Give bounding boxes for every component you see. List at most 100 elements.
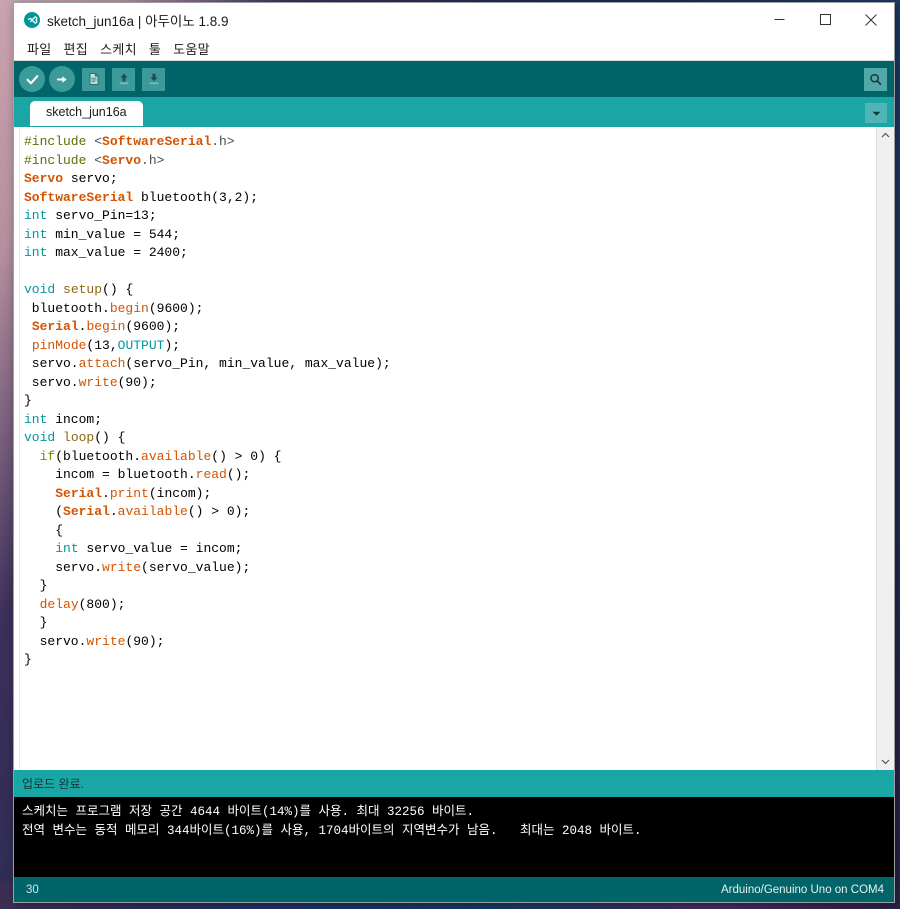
code-line: Servo servo;	[24, 170, 876, 189]
code-line: bluetooth.begin(9600);	[24, 300, 876, 319]
code-token: () > 0) {	[211, 448, 282, 464]
code-token: (servo_Pin, min_value, max_value);	[125, 356, 391, 371]
code-token: (90);	[125, 633, 165, 649]
code-token: );	[164, 337, 181, 353]
code-token: Servo	[24, 171, 64, 186]
code-token: () > 0);	[187, 504, 251, 519]
code-token: SoftwareSerial	[102, 134, 212, 149]
minimize-button[interactable]	[756, 3, 802, 36]
code-line: }	[24, 614, 876, 633]
code-token: int	[24, 226, 48, 242]
menu-bar: 파일 편집 스케치 툴 도움말	[14, 36, 894, 61]
code-line: delay(800);	[24, 596, 876, 615]
code-token: write	[102, 559, 142, 575]
code-editor[interactable]: #include <SoftwareSerial.h> #include <Ser…	[14, 126, 894, 770]
checkmark-icon	[25, 74, 38, 84]
menu-item-sketch[interactable]: 스케치	[95, 38, 142, 59]
code-token: servo.	[24, 374, 79, 390]
menu-item-tools[interactable]: 툴	[144, 38, 166, 59]
title-bar: sketch_jun16a | 아두이노 1.8.9	[14, 3, 894, 36]
code-token: Serial	[31, 319, 79, 334]
verify-button[interactable]	[19, 66, 45, 92]
code-line: servo.write(90);	[24, 633, 876, 652]
serial-monitor-button[interactable]	[864, 67, 887, 91]
chevron-down-icon	[872, 111, 880, 116]
code-token: OUTPUT	[117, 337, 165, 353]
code-token: () {	[102, 282, 134, 297]
code-token: int	[24, 208, 48, 223]
scroll-up-button[interactable]	[877, 127, 894, 144]
menu-item-file[interactable]: 파일	[22, 38, 57, 59]
chevron-down-icon	[881, 759, 890, 765]
code-token: bluetooth(3,2);	[133, 189, 259, 205]
code-token: pinMode	[31, 337, 87, 353]
code-token: Serial	[63, 504, 110, 519]
console-output[interactable]: 스케치는 프로그램 저장 공간 4644 바이트(14%)를 사용. 최대 32…	[14, 797, 894, 877]
upload-button[interactable]	[49, 66, 75, 92]
maximize-icon	[819, 14, 831, 25]
code-line: servo.write(90);	[24, 374, 876, 393]
code-token: (bluetooth.	[55, 448, 142, 464]
code-line: int servo_Pin=13;	[24, 207, 876, 226]
code-line: incom = bluetooth.read();	[24, 466, 876, 485]
code-token: bluetooth.	[24, 300, 110, 316]
status-message-text: 업로드 완료.	[22, 777, 84, 791]
code-token: if	[39, 448, 56, 464]
editor-vertical-scrollbar[interactable]	[876, 127, 894, 770]
code-token: (800);	[78, 596, 126, 612]
code-token: print	[109, 485, 149, 501]
code-token: read	[195, 467, 227, 482]
tab-sketch-jun16a[interactable]: sketch_jun16a	[30, 101, 143, 126]
code-token: (9600);	[125, 319, 181, 334]
code-token: }	[24, 393, 32, 408]
code-line: Serial.begin(9600);	[24, 318, 876, 337]
maximize-button[interactable]	[802, 3, 848, 36]
cursor-line-number: 30	[26, 883, 39, 896]
menu-item-edit[interactable]: 편집	[59, 38, 94, 59]
toolbar-main-actions	[19, 66, 165, 92]
code-line: int max_value = 2400;	[24, 244, 876, 263]
tab-menu-button[interactable]	[865, 103, 887, 123]
code-line: Serial.print(incom);	[24, 485, 876, 504]
code-line: if(bluetooth.available() > 0) {	[24, 448, 876, 467]
code-line: #include <Servo.h>	[24, 152, 876, 171]
code-token: servo;	[63, 171, 118, 186]
open-arrow-up-icon	[119, 73, 128, 85]
arduino-ide-window: sketch_jun16a | 아두이노 1.8.9 파일 편집 스케치 툴 도…	[14, 3, 894, 902]
code-line: int servo_value = incom;	[24, 540, 876, 559]
status-message: 업로드 완료.	[14, 770, 894, 797]
code-line: {	[24, 522, 876, 541]
code-token: ();	[226, 467, 251, 482]
minimize-icon	[774, 19, 784, 20]
code-token: #include	[24, 134, 95, 149]
code-token: {	[24, 522, 64, 538]
code-line: }	[24, 577, 876, 596]
scroll-down-button[interactable]	[877, 753, 894, 770]
menu-item-help[interactable]: 도움말	[168, 38, 215, 59]
code-token: <	[94, 152, 103, 168]
open-sketch-button[interactable]	[112, 67, 135, 91]
window-title: sketch_jun16a | 아두이노 1.8.9	[47, 13, 229, 29]
selected-board-label: Arduino/Genuino Uno on COM4	[720, 883, 884, 896]
code-token: <	[94, 134, 103, 149]
save-sketch-button[interactable]	[142, 67, 165, 91]
new-sketch-button[interactable]	[82, 67, 105, 91]
code-line: (Serial.available() > 0);	[24, 503, 876, 522]
arduino-infinity-icon	[24, 11, 40, 28]
code-token: setup	[63, 282, 103, 297]
code-line: int min_value = 544;	[24, 226, 876, 245]
code-token: int	[24, 411, 48, 427]
close-button[interactable]	[848, 3, 894, 36]
code-text[interactable]: #include <SoftwareSerial.h> #include <Ser…	[20, 127, 876, 770]
code-token: (incom);	[148, 485, 212, 501]
code-token: write	[86, 633, 126, 649]
code-token: available	[141, 448, 212, 464]
code-token: (servo_value);	[141, 559, 251, 575]
